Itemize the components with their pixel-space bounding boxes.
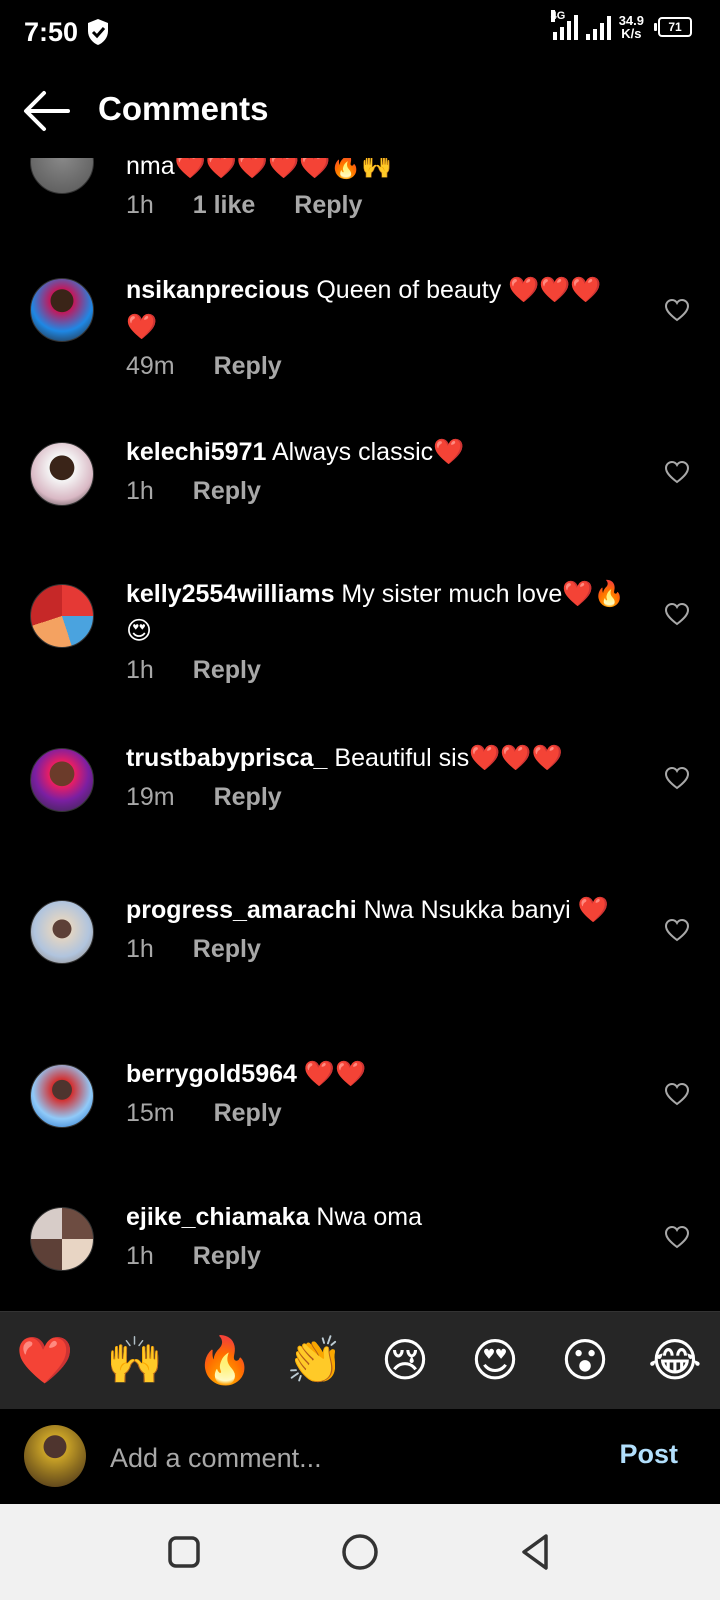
home-circle-icon[interactable] [336,1528,384,1576]
emoji-heart-button[interactable]: ❤️ [10,1330,80,1390]
emoji-laughing-button[interactable]: 😂 [640,1330,710,1390]
comment-time: 1h [126,935,154,963]
comment-text: Beautiful sis❤️❤️❤️ [327,744,563,772]
emoji-reaction-bar: ❤️ 🙌 🔥 👏 😢 😍 😮 😂 [0,1311,720,1408]
comment-meta: 1h Reply [126,931,626,968]
comment-meta: 1h 1 like Reply [126,187,626,224]
status-time: 7:50 [24,17,79,47]
comment-text: Nwa Nsukka banyi ❤️ [356,896,609,924]
battery-level: 71 [668,20,682,34]
avatar[interactable] [30,278,94,342]
status-icons: 4G 34.9 K/s 71 [550,10,692,40]
comment-meta: 1h Reply [126,1238,626,1275]
comment-composer: Post [0,1408,720,1505]
speed-unit: K/s [621,26,642,41]
comment-meta: 1h Reply [126,652,626,689]
like-heart-icon[interactable] [664,766,690,790]
comment-text-line: kelly2554williams My sister much love❤️🔥… [126,576,626,650]
comment-time: 1h [126,191,154,219]
comment-text-line: ejike_chiamaka Nwa oma [126,1199,626,1236]
comment-username[interactable]: progress_amarachi [126,896,357,924]
comment-likes[interactable]: 1 like [193,191,256,219]
reply-button[interactable]: Reply [193,656,261,684]
like-heart-icon[interactable] [664,918,690,942]
avatar[interactable] [30,748,94,812]
comment-meta: 15m Reply [126,1095,626,1132]
comment-body: kelly2554williams My sister much love❤️🔥… [126,576,626,689]
comment-time: 1h [126,656,154,684]
comment-body: nma❤️❤️❤️❤️❤️🔥🙌 1h 1 like Reply [126,150,626,224]
emoji-clap-button[interactable]: 👏 [280,1330,350,1390]
battery-icon: 71 [654,17,692,37]
comment-text: ❤️❤️ [296,1060,367,1088]
post-button[interactable]: Post [619,1439,678,1470]
comment-username[interactable]: kelechi5971 [126,438,266,466]
like-heart-icon[interactable] [664,602,690,626]
avatar[interactable] [30,584,94,648]
reply-button[interactable]: Reply [294,191,362,219]
network-speed: 34.9 K/s [619,14,644,40]
reply-button[interactable]: Reply [214,1099,282,1127]
comment-username[interactable]: kelly2554williams [126,580,334,608]
comment-username[interactable]: trustbabyprisca_ [126,744,327,772]
comment-time: 1h [126,1242,154,1270]
comment-body: trustbabyprisca_ Beautiful sis❤️❤️❤️ 19m… [126,740,626,816]
comment-text-line: trustbabyprisca_ Beautiful sis❤️❤️❤️ [126,740,626,777]
comment-list[interactable]: nma❤️❤️❤️❤️❤️🔥🙌 1h 1 like Reply nsikanpr… [0,150,720,1310]
comment-username[interactable]: berrygold5964 [126,1060,297,1088]
page-title: Comments [98,90,269,127]
avatar[interactable] [30,1064,94,1128]
reply-button[interactable]: Reply [193,477,261,505]
avatar[interactable] [30,442,94,506]
comment-username[interactable]: ejike_chiamaka [126,1203,309,1231]
comment-username[interactable]: nsikanprecious [126,276,309,304]
signal-icon-1: 4G [550,10,578,40]
comment-body: progress_amarachi Nwa Nsukka banyi ❤️ 1h… [126,892,626,968]
avatar[interactable] [30,1207,94,1271]
comment-body: ejike_chiamaka Nwa oma 1h Reply [126,1199,626,1275]
recents-square-icon[interactable] [160,1528,208,1576]
comment-text-line: progress_amarachi Nwa Nsukka banyi ❤️ [126,892,626,929]
like-heart-icon[interactable] [664,1082,690,1106]
comment-text-line: berrygold5964 ❤️❤️ [126,1056,626,1093]
like-heart-icon[interactable] [664,1225,690,1249]
network-type: 4G [550,10,566,22]
comment-text-line: kelechi5971 Always classic❤️ [126,434,626,471]
comment-body: kelechi5971 Always classic❤️ 1h Reply [126,434,626,510]
emoji-fire-button[interactable]: 🔥 [190,1330,260,1390]
comment-time: 1h [126,477,154,505]
emoji-raised-hands-button[interactable]: 🙌 [100,1330,170,1390]
signal-icon-2 [585,14,611,40]
comment-meta: 1h Reply [126,473,626,510]
reply-button[interactable]: Reply [214,352,282,380]
comment-text-line: nsikanprecious Queen of beauty ❤️❤️❤️❤️ [126,272,626,346]
comment-meta: 19m Reply [126,779,626,816]
header: Comments [0,66,720,158]
my-avatar [24,1425,86,1487]
comment-time: 15m [126,1099,175,1127]
back-triangle-icon[interactable] [512,1528,560,1576]
like-heart-icon[interactable] [664,298,690,322]
comment-body: berrygold5964 ❤️❤️ 15m Reply [126,1056,626,1132]
comment-text: Nwa oma [309,1203,423,1231]
reply-button[interactable]: Reply [214,783,282,811]
emoji-surprised-button[interactable]: 😮 [550,1330,620,1390]
comment-time: 49m [126,352,175,380]
comment-text: Always classic❤️ [266,438,465,466]
like-heart-icon[interactable] [664,460,690,484]
shield-icon [88,19,108,45]
comment-time: 19m [126,783,175,811]
back-arrow-icon[interactable] [22,88,72,134]
status-bar: 7:50 4G 34.9 K/s 71 [0,0,720,66]
comment-body: nsikanprecious Queen of beauty ❤️❤️❤️❤️ … [126,272,626,385]
reply-button[interactable]: Reply [193,935,261,963]
system-nav-bar [0,1504,720,1600]
comment-input[interactable] [108,1437,582,1479]
emoji-crying-button[interactable]: 😢 [370,1330,440,1390]
reply-button[interactable]: Reply [193,1242,261,1270]
comment-meta: 49m Reply [126,348,626,385]
avatar[interactable] [30,900,94,964]
emoji-heart-eyes-button[interactable]: 😍 [460,1330,530,1390]
